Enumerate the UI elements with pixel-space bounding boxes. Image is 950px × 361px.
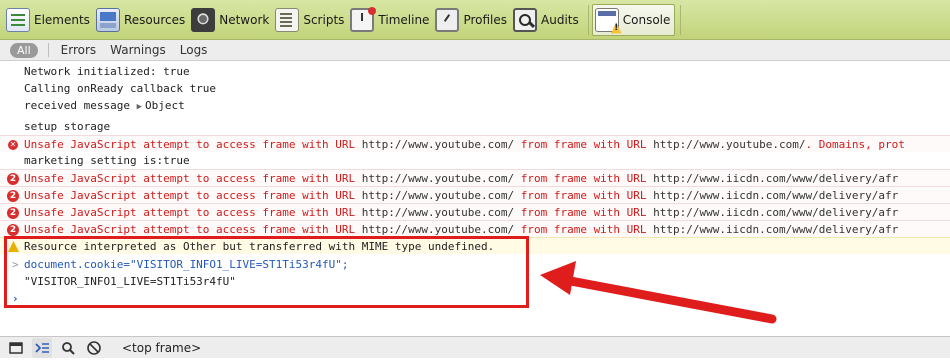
devtools-toolbar: Elements Resources Network Scripts Timel… xyxy=(0,0,950,40)
expand-triangle-icon[interactable]: ▶ xyxy=(137,102,142,112)
url-link[interactable]: http://www.youtube.com/ xyxy=(362,189,514,202)
network-icon xyxy=(191,7,216,32)
repeat-count-badge: 2 xyxy=(7,207,19,219)
log-message: setup storage xyxy=(0,118,950,135)
console-icon xyxy=(594,7,619,32)
url-link[interactable]: http://www.youtube.com/ xyxy=(362,138,514,151)
audits-icon xyxy=(513,7,538,32)
error-text: from frame with URL xyxy=(514,189,654,202)
log-message: marketing setting is:true xyxy=(0,152,950,169)
tab-resources[interactable]: Resources xyxy=(95,4,189,36)
timeline-icon xyxy=(350,6,377,32)
object-link[interactable]: Object xyxy=(145,99,185,112)
url-link[interactable]: http://www.youtube.com/ xyxy=(362,206,514,219)
clear-console-icon[interactable] xyxy=(84,338,104,358)
error-text: from frame with URL xyxy=(514,206,654,219)
tab-timeline-label: Timeline xyxy=(378,12,430,27)
annotation-arrow xyxy=(540,261,777,324)
url-link[interactable]: http://www.youtube.com/ xyxy=(362,223,514,236)
annotation-highlight-box xyxy=(4,236,529,308)
error-text: Unsafe JavaScript attempt to access fram… xyxy=(24,172,362,185)
error-message: ✕ Unsafe JavaScript attempt to access fr… xyxy=(0,135,950,152)
toolbar-divider xyxy=(587,4,589,35)
console-filter-bar: All Errors Warnings Logs xyxy=(0,40,950,61)
url-link[interactable]: http://www.iicdn.com/www/delivery/afr xyxy=(653,172,898,185)
repeat-count-badge: 2 xyxy=(7,190,19,202)
profiles-icon xyxy=(435,7,460,32)
repeat-count-badge: 2 xyxy=(7,224,19,236)
log-text: setup storage xyxy=(24,120,111,133)
log-text: Calling onReady callback true xyxy=(24,82,217,95)
log-message: Network initialized: true xyxy=(0,63,950,80)
resources-icon xyxy=(95,7,120,32)
url-link[interactable]: http://www.youtube.com/ xyxy=(653,138,805,151)
error-icon: ✕ xyxy=(8,140,18,150)
filter-all-button[interactable]: All xyxy=(10,42,38,58)
toolbar-divider xyxy=(680,4,682,35)
log-text: Network initialized: true xyxy=(24,65,190,78)
tab-scripts[interactable]: Scripts xyxy=(275,4,348,36)
error-message: 2 Unsafe JavaScript attempt to access fr… xyxy=(0,186,950,203)
url-link[interactable]: http://www.youtube.com/ xyxy=(362,172,514,185)
filter-logs-button[interactable]: Logs xyxy=(180,43,208,57)
log-message: received message ▶ Object xyxy=(0,97,950,114)
scripts-icon xyxy=(275,7,300,32)
console-toggle-icon[interactable] xyxy=(32,337,52,358)
tab-timeline[interactable]: Timeline xyxy=(350,4,433,36)
error-text: from frame with URL xyxy=(514,138,654,151)
tab-console-label: Console xyxy=(622,12,671,27)
filter-divider xyxy=(47,43,49,57)
repeat-count-badge: 2 xyxy=(7,173,19,185)
error-text: from frame with URL xyxy=(514,223,654,236)
tab-audits-label: Audits xyxy=(541,12,579,27)
tab-profiles-label: Profiles xyxy=(463,12,508,27)
filter-errors-button[interactable]: Errors xyxy=(61,43,97,57)
tab-scripts-label: Scripts xyxy=(303,12,345,27)
url-link[interactable]: http://www.iicdn.com/www/delivery/afr xyxy=(653,189,898,202)
frame-selector[interactable]: <top frame> xyxy=(122,341,201,355)
error-message: 2 Unsafe JavaScript attempt to access fr… xyxy=(0,220,950,237)
tab-elements-label: Elements xyxy=(34,12,90,27)
error-text: . Domains, prot xyxy=(805,138,905,151)
tab-network-label: Network xyxy=(219,12,270,27)
error-message: 2 Unsafe JavaScript attempt to access fr… xyxy=(0,203,950,220)
error-text: Unsafe JavaScript attempt to access fram… xyxy=(24,138,362,151)
log-text: marketing setting is:true xyxy=(24,154,190,167)
url-link[interactable]: http://www.iicdn.com/www/delivery/afr xyxy=(653,223,898,236)
error-text: Unsafe JavaScript attempt to access fram… xyxy=(24,189,362,202)
log-message: Calling onReady callback true xyxy=(0,80,950,97)
tab-profiles[interactable]: Profiles xyxy=(435,4,511,36)
log-text: received message xyxy=(24,99,137,112)
tab-console[interactable]: Console xyxy=(591,3,676,36)
tab-audits[interactable]: Audits xyxy=(513,4,583,36)
dock-icon[interactable] xyxy=(6,338,26,358)
url-link[interactable]: http://www.iicdn.com/www/delivery/afr xyxy=(653,206,898,219)
console-status-bar: <top frame> xyxy=(0,336,950,358)
elements-icon xyxy=(6,7,30,32)
tab-elements[interactable]: Elements xyxy=(6,4,94,36)
error-message: 2 Unsafe JavaScript attempt to access fr… xyxy=(0,169,950,186)
search-icon[interactable] xyxy=(58,338,78,358)
error-text: Unsafe JavaScript attempt to access fram… xyxy=(24,223,362,236)
error-text: Unsafe JavaScript attempt to access fram… xyxy=(24,206,362,219)
tab-network[interactable]: Network xyxy=(191,4,273,36)
error-text: from frame with URL xyxy=(514,172,654,185)
filter-warnings-button[interactable]: Warnings xyxy=(110,43,166,57)
tab-resources-label: Resources xyxy=(123,12,186,27)
